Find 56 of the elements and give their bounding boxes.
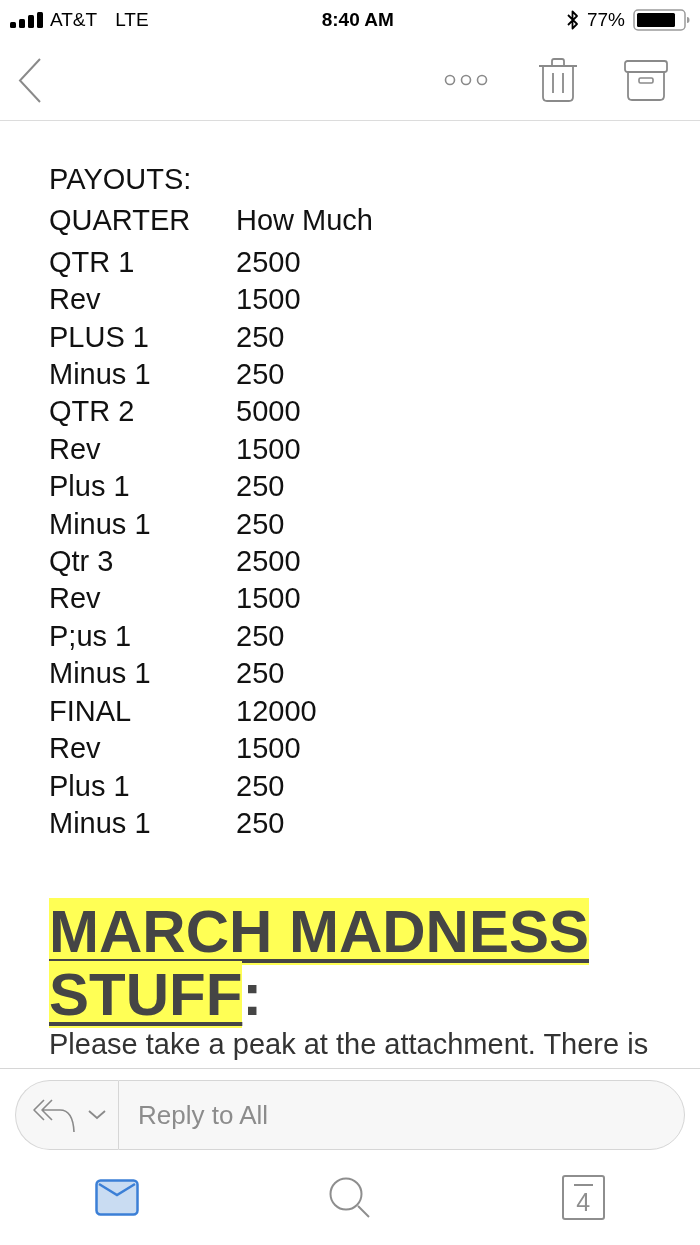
trash-button[interactable] [536,56,580,104]
table-cell-text: 2500 [236,544,302,580]
table-cell-text: 250 [236,618,286,654]
calendar-tab[interactable]: 4 [561,1175,605,1220]
table-cell-text: 250 [236,469,286,505]
table-cell-text: Qtr 3 [49,544,115,580]
table-cell-text: 1500 [236,431,302,467]
table-cell-text: Rev [49,581,102,617]
table-cell-text: Rev [49,282,102,318]
table-cell-text: Minus 1 [49,805,152,841]
table-cell-text: 250 [236,656,286,692]
chevron-left-icon [18,57,42,103]
table-cell-text: Minus 1 [49,656,152,692]
table-cell-text: QTR 2 [49,394,136,430]
table-cell-text: 12000 [236,693,318,729]
reply-field[interactable]: Reply to All [118,1080,685,1150]
more-icon [444,74,488,86]
column-header: QUARTER [49,203,192,239]
table-cell-text: QTR 1 [49,244,136,280]
table-cell-text: 250 [236,506,286,542]
table-cell-text: Rev [49,431,102,467]
network-type: LTE [115,7,149,32]
table-cell-text: FINAL [49,693,133,729]
archive-button[interactable] [622,57,670,103]
table-cell-text: Minus 1 [49,506,152,542]
table-cell-text: P;us 1 [49,618,133,654]
payouts-heading: PAYOUTS: [49,162,193,197]
battery-icon [633,9,690,31]
table-cell-text: 1500 [236,731,302,767]
reply-all-button[interactable] [15,1080,118,1150]
table-cell-text: Minus 1 [49,357,152,393]
body-text: Please take a peak at the attachment. There is [49,1028,650,1061]
archive-icon [624,59,668,101]
table-cell-text: 1500 [236,282,302,318]
table-cell-text: PLUS 1 [49,319,150,355]
table-cell-text: Rev [49,731,102,767]
table-cell-text: 250 [236,805,286,841]
bluetooth-icon [566,10,579,30]
table-cell-text: 250 [236,319,286,355]
chevron-down-icon [88,1110,106,1120]
table-cell-text: Plus 1 [49,768,131,804]
section-heading: MARCH MADNESS STUFF: [49,900,590,1027]
trash-icon [538,58,578,102]
table-cell-text: 2500 [236,244,302,280]
table-cell-text: 5000 [236,394,302,430]
reply-all-icon [32,1097,76,1133]
table-cell-text: 1500 [236,581,302,617]
column-header: How Much [236,203,374,239]
table-cell-text: 250 [236,357,286,393]
table-cell-text: Plus 1 [49,469,131,505]
more-button[interactable] [442,72,490,88]
signal-icon [10,12,44,28]
table-cell-text: 250 [236,768,286,804]
status-time: 8:40 AM [321,7,394,32]
battery-percent: 77% [586,7,625,32]
carrier-name: AT&T [50,7,98,32]
